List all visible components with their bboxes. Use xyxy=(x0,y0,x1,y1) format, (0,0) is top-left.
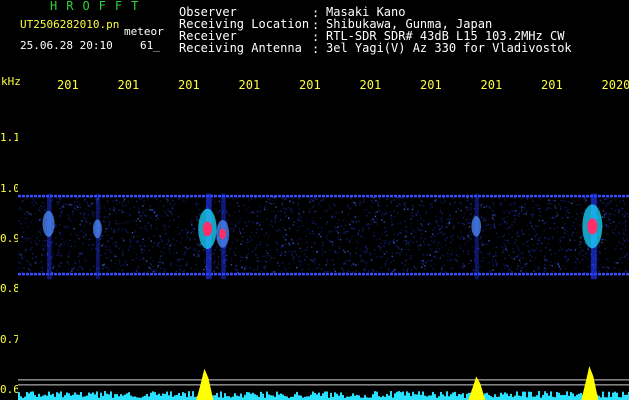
spectrogram-svg xyxy=(18,98,629,400)
meteor-echo xyxy=(471,216,482,237)
date-time: 25.06.28 20:10 xyxy=(20,39,113,52)
x-tick-label: 201 xyxy=(541,78,563,92)
echo-core xyxy=(587,218,598,235)
y-tick-label: 0.6 xyxy=(0,382,20,396)
x-tick-label: 201 xyxy=(299,78,321,92)
meteor-echo xyxy=(42,210,55,237)
file-name: UT2506282010.pn xyxy=(20,18,120,31)
y-tick-label: 1.1 xyxy=(0,131,20,145)
x-tick-label: 201 xyxy=(359,78,382,92)
brand-title: HROFFT xyxy=(50,0,148,13)
x-tick-label: 201 xyxy=(238,78,261,92)
x-tick-label: 201 xyxy=(420,78,442,92)
echo-core xyxy=(219,228,226,240)
meteor-echo xyxy=(93,219,102,239)
x-tick-label: 201 xyxy=(480,78,503,92)
y-axis-unit: kHz xyxy=(1,75,21,88)
x-tick-label: 201 xyxy=(57,78,79,92)
y-tick-label: 0.9 xyxy=(0,231,20,245)
antenna-label: Receiving Antenna xyxy=(179,41,302,55)
x-tick-label: 201 xyxy=(178,78,200,92)
x-tick-label: 201 xyxy=(117,78,140,92)
antenna-value: 3el Yagi(V) Az 330 for Vladivostok xyxy=(326,41,572,55)
observation-tag: meteor xyxy=(124,25,164,38)
y-tick-label: 1.0 xyxy=(0,181,20,195)
sequence-number: 61_ xyxy=(140,39,160,52)
y-tick-label: 0.8 xyxy=(0,282,20,296)
plot-background xyxy=(18,98,629,400)
echo-core xyxy=(202,221,213,237)
spectrogram-plot xyxy=(18,98,629,400)
antenna-colon: : xyxy=(312,42,320,56)
y-tick-label: 0.7 xyxy=(0,332,20,346)
x-tick-label: 2020 xyxy=(601,78,629,92)
